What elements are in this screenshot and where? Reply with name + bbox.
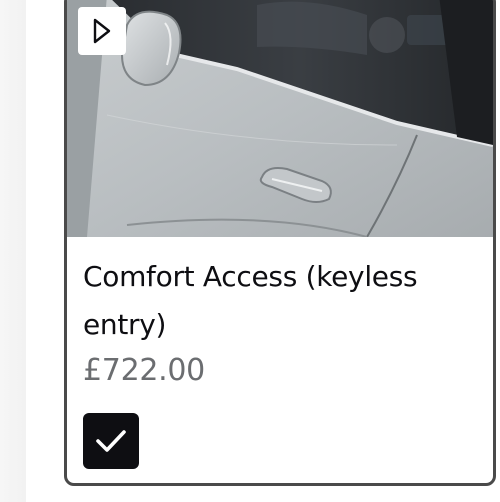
option-price: £722.00 (83, 353, 205, 388)
play-icon (93, 18, 111, 44)
page: Comfort Access (keyless entry) £722.00 (0, 0, 500, 502)
option-card-comfort-access[interactable]: Comfort Access (keyless entry) £722.00 (64, 0, 496, 486)
car-door-handle-image (67, 0, 493, 237)
option-title: Comfort Access (keyless entry) (83, 260, 418, 341)
left-gutter (0, 0, 26, 502)
select-checkbox[interactable] (83, 413, 139, 469)
checkmark-icon (96, 430, 126, 452)
play-video-button[interactable] (78, 7, 126, 55)
card-body: Comfort Access (keyless entry) £722.00 (67, 237, 493, 393)
